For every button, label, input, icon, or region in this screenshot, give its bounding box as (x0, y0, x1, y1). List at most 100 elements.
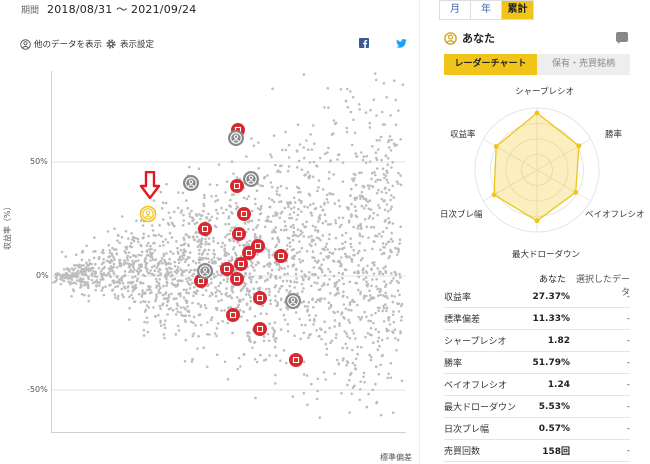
scatter-plot[interactable] (51, 71, 406, 433)
data-point (288, 202, 291, 205)
featured-user-marker[interactable] (243, 171, 259, 187)
featured-marker[interactable] (289, 353, 303, 367)
data-point (386, 181, 390, 184)
data-point (248, 289, 251, 293)
data-point (268, 290, 271, 293)
data-point (346, 335, 349, 338)
featured-marker[interactable] (226, 308, 240, 322)
display-settings-link[interactable]: 表示設定 (105, 38, 154, 50)
data-point (325, 353, 328, 357)
data-point (163, 336, 166, 340)
data-point (272, 200, 276, 204)
data-point (141, 273, 145, 277)
data-point (278, 276, 282, 279)
data-point (266, 215, 269, 219)
tab-month[interactable]: 月 (440, 1, 471, 19)
data-point (157, 270, 160, 273)
show-others-link[interactable]: 他のデータを表示 (20, 38, 102, 50)
featured-user-marker[interactable] (183, 175, 199, 191)
data-point (325, 242, 329, 246)
data-point (249, 259, 253, 263)
data-point (217, 258, 221, 261)
data-point (87, 294, 91, 297)
data-point (299, 261, 302, 264)
data-point (159, 286, 162, 290)
data-point (266, 219, 270, 223)
featured-marker[interactable] (253, 291, 267, 305)
data-point (302, 287, 305, 290)
featured-marker[interactable] (198, 222, 212, 236)
data-point (322, 258, 326, 261)
data-point (226, 280, 229, 283)
data-point (177, 261, 181, 265)
featured-user-marker[interactable] (285, 293, 301, 309)
featured-marker[interactable] (274, 249, 288, 263)
comment-icon[interactable] (616, 32, 628, 44)
twitter-icon[interactable] (396, 39, 407, 48)
data-point (247, 195, 251, 198)
data-point (112, 279, 116, 282)
featured-user-marker[interactable] (197, 263, 213, 279)
data-point (395, 348, 398, 352)
data-point (364, 276, 368, 280)
data-point (200, 323, 203, 327)
data-point (386, 210, 390, 213)
row-label: 勝率 (444, 359, 463, 369)
tab-cumulative[interactable]: 累計 (502, 1, 533, 19)
data-point (284, 130, 287, 134)
featured-marker[interactable] (253, 322, 267, 336)
data-point (369, 294, 372, 297)
featured-marker[interactable] (220, 262, 234, 276)
data-point (319, 327, 322, 330)
facebook-icon[interactable] (359, 38, 369, 48)
data-point (222, 211, 225, 215)
featured-marker[interactable] (234, 257, 248, 271)
data-point (287, 156, 291, 159)
data-point (324, 245, 328, 249)
data-point (369, 184, 372, 188)
data-point (161, 293, 165, 297)
data-point (350, 392, 354, 396)
tab-radar-chart[interactable]: レーダーチャート (444, 54, 537, 75)
data-point (71, 288, 75, 291)
gear-icon (106, 39, 116, 49)
data-point (381, 353, 385, 357)
data-point (399, 331, 402, 335)
featured-user-marker[interactable] (228, 130, 244, 146)
data-point (326, 283, 330, 286)
tab-year[interactable]: 年 (471, 1, 502, 19)
data-point (369, 326, 373, 330)
data-point (356, 303, 359, 307)
data-point (183, 360, 187, 363)
tab-holdings[interactable]: 保有・売買銘柄 (537, 54, 630, 75)
data-point (369, 225, 373, 229)
data-point (306, 305, 309, 308)
you-marker[interactable] (139, 205, 157, 223)
data-point (349, 213, 353, 216)
data-point (307, 301, 311, 304)
data-point (239, 365, 242, 368)
data-point (203, 248, 207, 252)
featured-marker[interactable] (230, 272, 244, 286)
data-point (220, 206, 223, 210)
data-point (286, 169, 290, 173)
row-value: 0.57% (538, 423, 570, 434)
data-point (227, 216, 230, 220)
data-point (230, 285, 234, 288)
data-point (303, 205, 306, 208)
data-point (352, 253, 355, 257)
data-point (187, 255, 190, 259)
data-point (134, 259, 137, 263)
featured-marker[interactable] (232, 227, 246, 241)
data-point (263, 279, 267, 283)
data-point (301, 259, 305, 262)
featured-marker[interactable] (237, 207, 251, 221)
featured-marker[interactable] (230, 179, 244, 193)
data-point (368, 289, 371, 292)
data-point (346, 383, 349, 387)
data-point (297, 198, 301, 202)
data-point (312, 323, 315, 326)
data-point (390, 205, 394, 209)
data-point (158, 284, 161, 287)
data-point (365, 315, 368, 319)
